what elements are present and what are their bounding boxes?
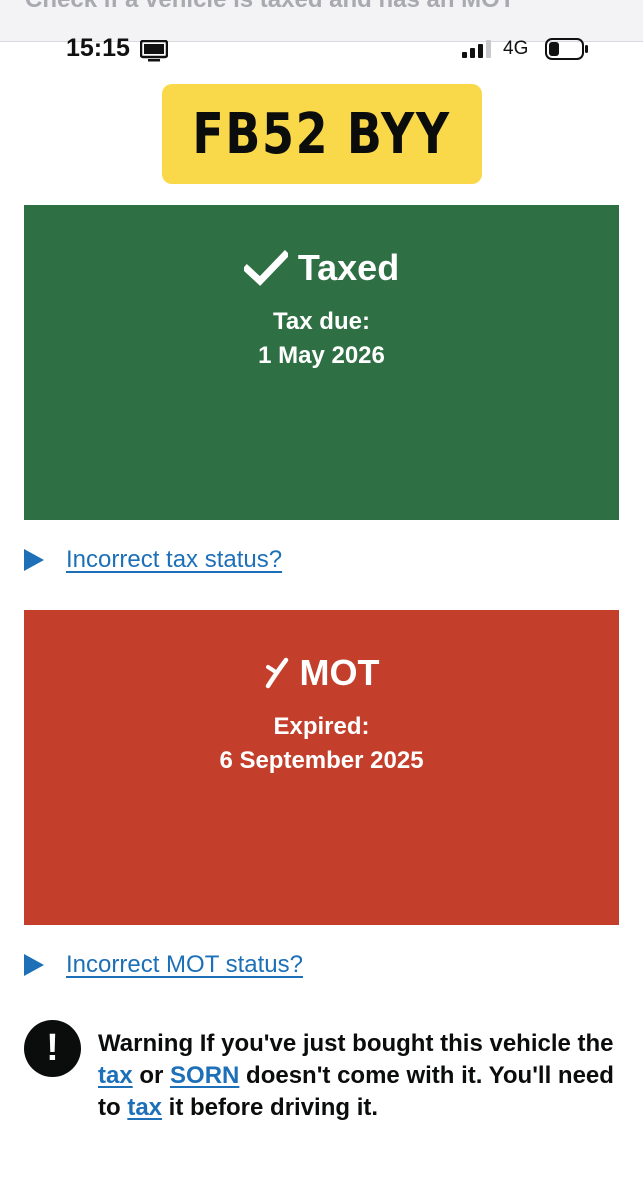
incorrect-mot-status-toggle[interactable]: Incorrect MOT status? <box>24 948 303 982</box>
signal-strength-icon <box>462 40 491 58</box>
cross-icon <box>265 657 288 689</box>
battery-icon <box>545 38 588 60</box>
mot-expired-label: Expired: <box>273 713 370 740</box>
incorrect-mot-status-link[interactable]: Incorrect MOT status? <box>66 951 303 979</box>
mot-status-label: MOT <box>299 652 380 693</box>
incorrect-tax-status-toggle[interactable]: Incorrect tax status? <box>24 543 282 577</box>
tax-due-date: 1 May 2026 <box>258 342 385 369</box>
status-time: 15:15 <box>66 34 130 62</box>
incorrect-tax-status-link[interactable]: Incorrect tax status? <box>66 546 282 574</box>
warning-text: Warning If you've just bought this vehic… <box>98 1030 614 1121</box>
page-title: Check if a vehicle is taxed and has an M… <box>25 0 515 14</box>
vehicle-registration: FB52 BYY <box>192 101 452 167</box>
sorn-link[interactable]: SORN <box>170 1062 239 1089</box>
tax-due-label: Tax due: <box>273 308 370 335</box>
triangle-right-icon <box>24 954 44 976</box>
tax-link-2[interactable]: tax <box>127 1094 162 1121</box>
tax-status-panel: Taxed Tax due: 1 May 2026 <box>24 205 619 520</box>
tax-status-heading: Taxed <box>24 247 619 289</box>
checkmark-icon <box>243 250 288 286</box>
mot-expiry-date: 6 September 2025 <box>219 747 424 774</box>
mot-status-heading: MOT <box>24 652 619 694</box>
status-bar: 15:15 4G <box>0 30 643 64</box>
monitor-icon <box>140 40 168 62</box>
tax-link[interactable]: tax <box>98 1062 133 1089</box>
exclamation-icon: ! <box>24 1020 81 1077</box>
tax-status-label: Taxed <box>297 247 400 288</box>
network-type: 4G <box>503 38 529 59</box>
mot-status-panel: MOT Expired: 6 September 2025 <box>24 610 619 925</box>
number-plate: FB52 BYY <box>162 84 482 184</box>
triangle-right-icon <box>24 549 44 571</box>
